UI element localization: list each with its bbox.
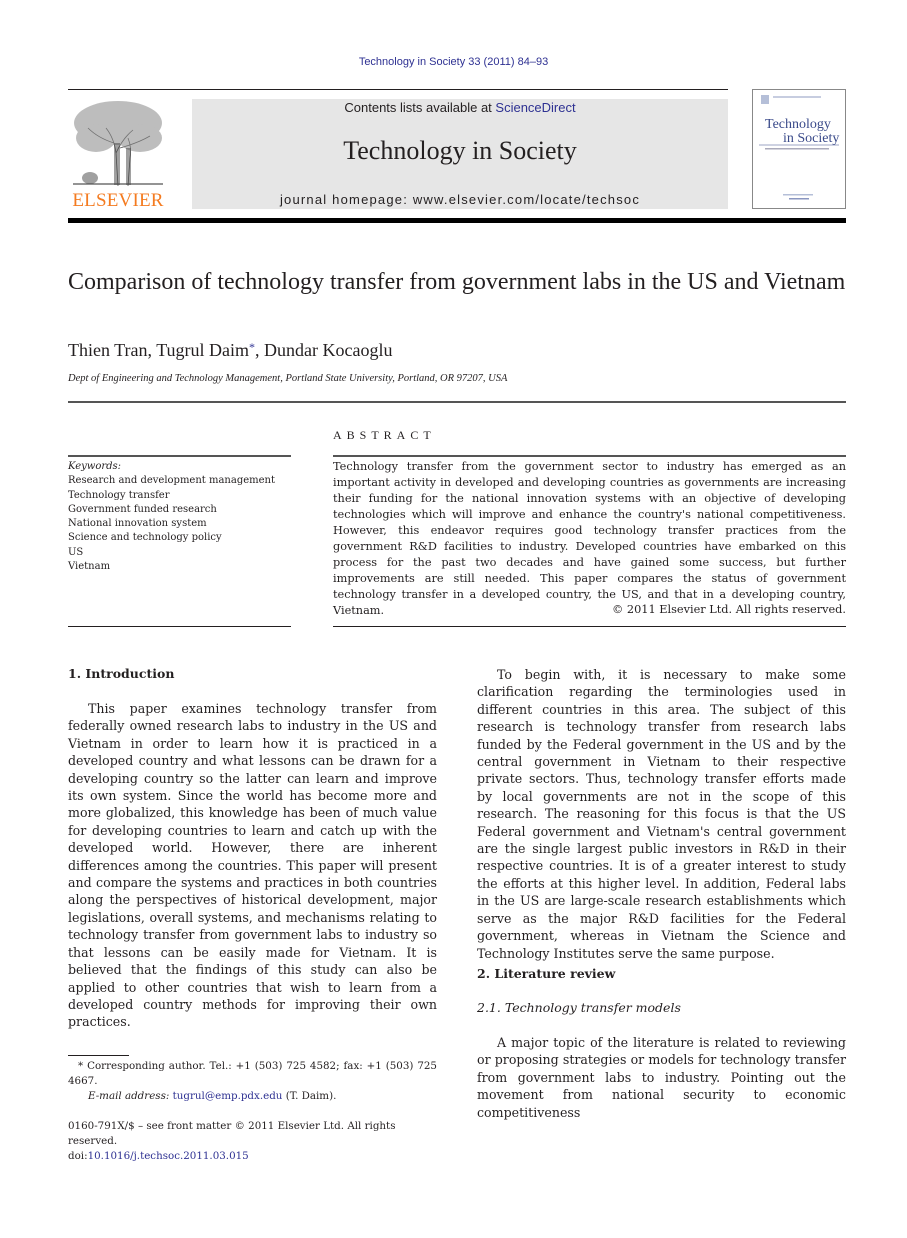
email-link[interactable]: tugrul@emp.pdx.edu bbox=[173, 1090, 283, 1102]
author-kocaoglu: , Dundar Kocaoglu bbox=[255, 340, 393, 360]
keyword-item: National innovation system bbox=[68, 518, 207, 530]
article-title: Comparison of technology transfer from g… bbox=[68, 269, 846, 295]
abstract-bottom-rule bbox=[333, 626, 846, 627]
header-rule bbox=[68, 89, 728, 90]
email-suffix: (T. Daim). bbox=[282, 1090, 337, 1102]
keyword-item: Science and technology policy bbox=[68, 532, 222, 544]
section-heading-introduction: 1. Introduction bbox=[68, 666, 175, 681]
author-list: Thien Tran, Tugrul Daim*, Dundar Kocaogl… bbox=[68, 340, 393, 361]
section-heading-literature-review: 2. Literature review bbox=[477, 966, 616, 981]
introduction-paragraph: This paper examines technology transfer … bbox=[68, 701, 437, 1030]
keywords-top-rule bbox=[68, 455, 291, 457]
keyword-item: Research and development management bbox=[68, 475, 276, 487]
keywords-label: Keywords: bbox=[68, 461, 122, 472]
journal-homepage-link[interactable]: journal homepage: www.elsevier.com/locat… bbox=[192, 192, 728, 207]
cover-title-line1: Technology bbox=[765, 117, 831, 132]
doi-line: doi:10.1016/j.techsoc.2011.03.015 bbox=[68, 1149, 437, 1164]
author-tran: Thien Tran, bbox=[68, 340, 157, 360]
keywords-bottom-rule bbox=[68, 626, 291, 627]
terminology-paragraph: To begin with, it is necessary to make s… bbox=[477, 667, 846, 961]
front-matter-block: 0160-791X/$ – see front matter © 2011 El… bbox=[68, 1119, 437, 1164]
contents-prefix: Contents lists available at bbox=[344, 100, 496, 115]
masthead-thick-rule bbox=[68, 218, 846, 223]
keyword-item: Technology transfer bbox=[68, 489, 170, 501]
email-label: E-mail address: bbox=[88, 1090, 173, 1102]
keywords-block: Keywords: Research and development manag… bbox=[68, 460, 291, 574]
author-daim: Tugrul Daim bbox=[156, 340, 250, 360]
abstract-copyright: © 2011 Elsevier Ltd. All rights reserved… bbox=[612, 603, 846, 616]
author-affiliation: Dept of Engineering and Technology Manag… bbox=[68, 373, 508, 384]
journal-title: Technology in Society bbox=[343, 136, 577, 165]
sciencedirect-link[interactable]: ScienceDirect bbox=[495, 100, 575, 115]
front-matter-issn: 0160-791X/$ – see front matter © 2011 El… bbox=[68, 1120, 396, 1147]
keyword-item: Government funded research bbox=[68, 503, 217, 515]
keyword-item: US bbox=[68, 546, 84, 558]
abstract-heading: ABSTRACT bbox=[333, 428, 436, 442]
cover-title-line2: in Society bbox=[783, 131, 839, 146]
doi-link[interactable]: 10.1016/j.techsoc.2011.03.015 bbox=[88, 1150, 249, 1162]
email-line: E-mail address: tugrul@emp.pdx.edu (T. D… bbox=[68, 1089, 437, 1104]
transfer-models-paragraph: A major topic of the literature is relat… bbox=[477, 1035, 846, 1120]
contents-availability: Contents lists available at ScienceDirec… bbox=[192, 100, 728, 115]
journal-citation-link[interactable]: Technology in Society 33 (2011) 84–93 bbox=[0, 56, 907, 68]
abstract-top-rule bbox=[333, 455, 846, 457]
abstract-text: Technology transfer from the government … bbox=[333, 460, 846, 617]
doi-prefix: doi: bbox=[68, 1150, 88, 1162]
footnote-block: * Corresponding author. Tel.: +1 (503) 7… bbox=[68, 1059, 437, 1104]
elsevier-wordmark: ELSEVIER bbox=[72, 190, 164, 211]
corresponding-author-footnote: * Corresponding author. Tel.: +1 (503) 7… bbox=[68, 1060, 437, 1087]
title-block-rule bbox=[68, 401, 846, 403]
journal-cover-thumbnail: Technology in Society bbox=[752, 89, 846, 209]
subsection-heading-transfer-models: 2.1. Technology transfer models bbox=[477, 1000, 681, 1015]
keyword-item: Vietnam bbox=[68, 561, 111, 573]
footnote-rule bbox=[68, 1055, 129, 1056]
